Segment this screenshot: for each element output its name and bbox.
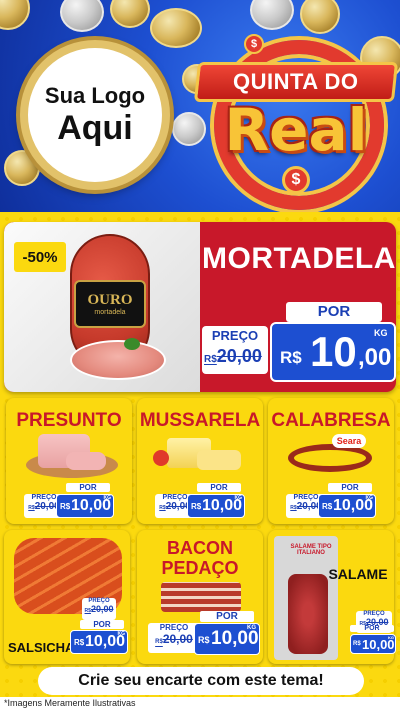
old-price-value: R$20,00 <box>204 346 262 367</box>
coin-decoration <box>250 0 294 30</box>
ham-slices-image <box>66 452 106 470</box>
unit-label: KG <box>234 495 243 501</box>
salame-slices-image <box>288 574 328 654</box>
new-price-label: POR <box>80 620 124 629</box>
price-tag: PREÇO R$20,00 <box>82 598 116 620</box>
old-price-currency: R$ <box>155 639 163 645</box>
seara-logo: Seara <box>332 434 366 448</box>
new-price-box: R$ 10,00 KG <box>56 494 114 518</box>
new-price-currency: R$ <box>191 502 202 511</box>
logo-placeholder: Sua Logo Aqui <box>20 40 170 190</box>
campaign-big-text: Real <box>224 96 368 164</box>
new-price-label: POR <box>66 483 110 492</box>
coin-decoration <box>60 0 104 32</box>
new-price-currency: R$ <box>280 348 302 367</box>
featured-product-card: -50% OURO mortadela MORTADELA PREÇO R$20… <box>4 222 396 392</box>
new-price-label: POR <box>286 302 382 322</box>
brand-label: OURO mortadela <box>74 280 146 328</box>
unit-label: KG <box>374 328 388 338</box>
product-name: PRESUNTO <box>16 410 122 431</box>
new-price-currency: R$ <box>322 502 333 511</box>
bacon-image <box>161 582 241 612</box>
product-name: SALAME <box>328 566 388 582</box>
old-price-label: PREÇO <box>211 328 259 343</box>
coin-decoration <box>0 0 30 30</box>
sliced-mortadela-image <box>70 340 166 380</box>
cheese-slices-image <box>197 450 241 470</box>
new-price-decimal: ,00 <box>358 344 392 371</box>
old-price-number: 20,00 <box>216 346 262 366</box>
new-price-integer: 10 <box>310 328 357 375</box>
new-price-box: R$ 10 ,00 KG <box>270 322 396 382</box>
salame-package-image: SALAME TIPO ITALIANO <box>274 536 338 660</box>
new-price-box: R$ 10,00 KG <box>350 634 396 654</box>
featured-product-name: MORTADELA <box>202 242 396 275</box>
new-price-currency: R$ <box>74 638 85 647</box>
coin-decoration <box>110 0 150 28</box>
product-name: SALSICHA <box>8 640 75 655</box>
new-price-currency: R$ <box>198 635 210 645</box>
new-price-value: 10,00 <box>211 628 259 649</box>
herb-garnish <box>124 338 140 350</box>
product-name-line1: BACON <box>167 538 233 558</box>
product-name-line2: PEDAÇO <box>161 558 239 578</box>
old-price-number: 20,00 <box>162 632 193 646</box>
old-price-label: PREÇO <box>159 623 189 632</box>
new-price-currency: R$ <box>353 641 361 647</box>
new-price-box: R$ 10,00 KG <box>70 630 128 654</box>
cta-banner[interactable]: Crie seu encarte com este tema! <box>38 667 364 695</box>
new-price-box: R$ 10,00 KG <box>318 494 376 518</box>
new-price-label: POR <box>328 483 372 492</box>
discount-badge: -50% <box>14 242 66 272</box>
brand-sub: mortadela <box>94 309 126 316</box>
header-banner: Sua Logo Aqui $ QUINTA DO Real $ <box>0 0 400 212</box>
salame-pack-label: SALAME TIPO ITALIANO <box>290 544 332 556</box>
campaign-logo: $ QUINTA DO Real $ <box>193 34 399 210</box>
old-price-number: 20,00 <box>90 604 114 614</box>
coin-decoration <box>300 0 340 34</box>
new-price-label: POR <box>197 483 241 492</box>
price-tag: PREÇO R$20,00 <box>148 623 200 653</box>
product-name: MUSSARELA <box>139 410 261 431</box>
logo-line2: Aqui <box>57 109 133 147</box>
unit-label: KG <box>247 625 256 631</box>
dollar-icon: $ <box>244 34 264 54</box>
campaign-top-text: QUINTA DO <box>233 69 359 94</box>
unit-label: KG <box>103 495 112 501</box>
new-price-currency: R$ <box>60 502 71 511</box>
new-price-box: R$ 10,00 KG <box>187 494 245 518</box>
unit-label: KG <box>117 631 126 637</box>
tomato-image <box>153 450 169 466</box>
sausage-ring-image <box>288 444 372 472</box>
brand-name: OURO <box>87 292 133 308</box>
unit-label: KG <box>388 635 394 640</box>
unit-label: KG <box>365 495 374 501</box>
new-price-label: POR <box>200 611 254 622</box>
old-price-currency: R$ <box>204 354 217 365</box>
featured-product-image: -50% OURO mortadela <box>4 222 200 392</box>
product-name: CALABRESA <box>271 410 391 431</box>
dollar-icon: $ <box>282 166 310 194</box>
logo-line1: Sua Logo <box>44 83 146 108</box>
coin-decoration <box>150 8 202 48</box>
new-price-label: POR <box>350 625 394 632</box>
new-price-box: R$ 10,00 KG <box>194 623 260 655</box>
old-price-value: R$20,00 <box>148 632 200 646</box>
old-price-value: R$20,00 <box>82 604 116 614</box>
disclaimer-text: *Imagens Meramente Ilustrativas <box>4 698 136 708</box>
